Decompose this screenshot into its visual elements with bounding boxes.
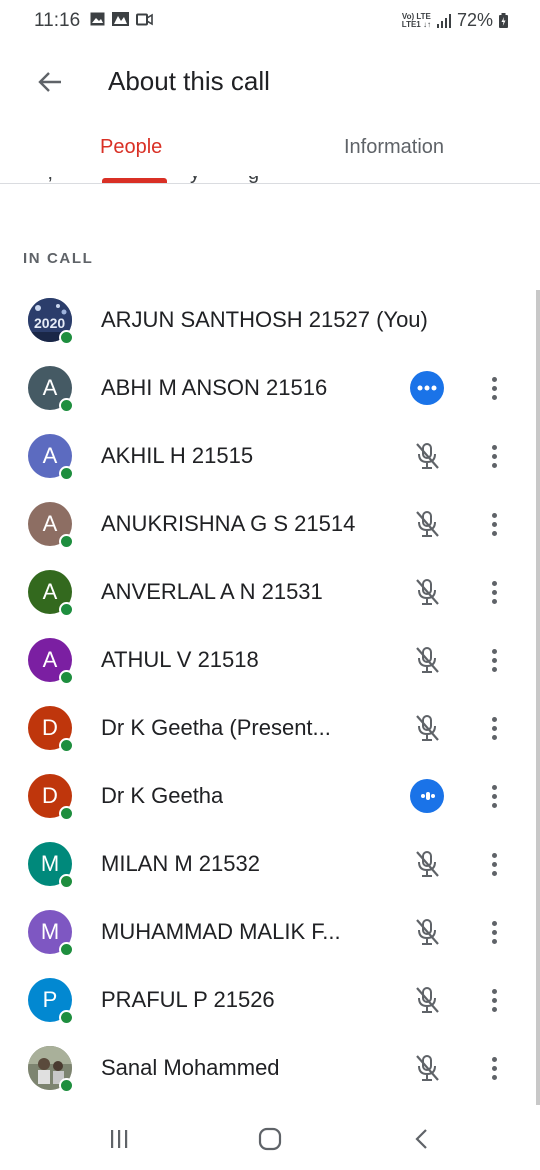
online-indicator xyxy=(59,602,74,617)
participant-row[interactable]: A ABHI M ANSON 21516 xyxy=(0,354,540,422)
participant-name: Dr K Geetha (Present... xyxy=(101,715,331,740)
nav-back-button[interactable] xyxy=(405,1122,439,1156)
section-header-in-call: IN CALL xyxy=(23,250,94,267)
more-options-button[interactable] xyxy=(480,371,508,405)
online-indicator xyxy=(59,806,74,821)
battery-percent: 72% xyxy=(456,10,493,30)
system-nav-bar xyxy=(0,1106,540,1170)
participant-row[interactable]: D Dr K Geetha (Present... xyxy=(0,694,540,762)
mic-off-icon xyxy=(410,847,444,881)
mic-off-icon xyxy=(410,643,444,677)
participant-name: ANVERLAL A N 21531 xyxy=(101,579,323,604)
participant-row[interactable]: P PRAFUL P 21526 xyxy=(0,966,540,1034)
participant-name: ABHI M ANSON 21516 xyxy=(101,375,328,400)
participant-name: ATHUL V 21518 xyxy=(101,647,259,672)
recents-icon xyxy=(111,1130,128,1148)
participant-name: Sanal Mohammed xyxy=(101,1055,280,1080)
participant-name: AKHIL H 21515 xyxy=(101,443,254,468)
more-options-button[interactable] xyxy=(480,847,508,881)
home-button[interactable] xyxy=(253,1122,287,1156)
online-indicator xyxy=(59,874,74,889)
tab-information[interactable]: Information xyxy=(344,136,444,159)
gallery-icon xyxy=(112,12,129,26)
tab-people[interactable]: People xyxy=(100,136,162,159)
back-button[interactable] xyxy=(30,62,70,102)
status-time: 11:16 xyxy=(34,10,81,31)
avatar-initial: D xyxy=(42,783,58,808)
mic-off-icon xyxy=(410,1051,444,1085)
home-icon xyxy=(258,1127,282,1151)
avatar-initial: A xyxy=(42,375,58,400)
participant-name: ARJUN SANTHOSH 21527 (You) xyxy=(101,307,428,332)
more-options-button[interactable] xyxy=(480,779,508,813)
status-bar: 11:16 Vo) LTE LTE1 ↓↑ 72% xyxy=(0,0,540,44)
participant-row[interactable]: A AKHIL H 21515 xyxy=(0,422,540,490)
chevron-left-icon xyxy=(415,1129,427,1149)
avatar-initial: A xyxy=(42,443,58,468)
arrow-left-icon xyxy=(38,72,61,92)
online-indicator xyxy=(59,466,74,481)
avatar-initial: D xyxy=(42,715,58,740)
more-options-button[interactable] xyxy=(480,915,508,949)
avatar-initial: A xyxy=(42,647,58,672)
more-options-button[interactable] xyxy=(480,643,508,677)
signal-icon xyxy=(436,13,451,28)
mic-off-icon xyxy=(410,439,444,473)
online-indicator xyxy=(59,670,74,685)
avatar-initial: A xyxy=(42,511,58,536)
mic-off-icon xyxy=(410,915,444,949)
image-icon xyxy=(90,12,105,26)
audio-level-icon xyxy=(410,779,444,813)
avatar-initial: P xyxy=(42,987,58,1012)
participant-name: MUHAMMAD MALIK F... xyxy=(101,919,341,944)
participant-row[interactable]: A ANVERLAL A N 21531 xyxy=(0,558,540,626)
more-options-button[interactable] xyxy=(480,507,508,541)
mic-off-icon xyxy=(410,983,444,1017)
battery-icon xyxy=(499,13,508,28)
notification-icons xyxy=(90,12,153,26)
online-indicator xyxy=(59,330,74,345)
online-indicator xyxy=(59,534,74,549)
more-options-button[interactable] xyxy=(480,439,508,473)
participant-name: Dr K Geetha xyxy=(101,783,224,808)
people-list: 2020 ARJUN SANTHOSH 21527 (You) A ABHI M… xyxy=(0,286,540,1102)
avatar-initial: M xyxy=(40,919,60,944)
network-label: Vo) LTE LTE1 ↓↑ xyxy=(401,12,431,29)
audio-level-icon xyxy=(410,371,444,405)
participant-name: MILAN M 21532 xyxy=(101,851,260,876)
tab-bar: People Information xyxy=(0,122,540,184)
system-icons: Vo) LTE LTE1 ↓↑ 72% xyxy=(402,10,508,31)
more-options-button[interactable] xyxy=(480,1051,508,1085)
mic-off-icon xyxy=(410,711,444,745)
more-options-button[interactable] xyxy=(480,575,508,609)
participant-row[interactable]: A ANUKRISHNA G S 21514 xyxy=(0,490,540,558)
participant-name: PRAFUL P 21526 xyxy=(101,987,275,1012)
more-options-button[interactable] xyxy=(480,983,508,1017)
svg-text:2020: 2020 xyxy=(34,315,65,331)
more-options-button[interactable] xyxy=(480,711,508,745)
participant-row[interactable]: A ATHUL V 21518 xyxy=(0,626,540,694)
app-bar: About this call xyxy=(0,44,540,120)
online-indicator xyxy=(59,738,74,753)
online-indicator xyxy=(59,398,74,413)
network-type-bottom: LTE1 ↓↑ xyxy=(401,19,431,29)
online-indicator xyxy=(59,1010,74,1025)
online-indicator xyxy=(59,1078,74,1093)
avatar-initial: A xyxy=(42,579,58,604)
online-indicator xyxy=(59,942,74,957)
scrolled-text-fragment: ‚ y g xyxy=(20,176,270,186)
participant-row[interactable]: Sanal Mohammed xyxy=(0,1034,540,1102)
mic-off-icon xyxy=(410,575,444,609)
scrollbar[interactable] xyxy=(536,290,540,1105)
participant-name: ANUKRISHNA G S 21514 xyxy=(101,511,356,536)
recent-apps-button[interactable] xyxy=(102,1122,136,1156)
page-title: About this call xyxy=(108,66,270,96)
mic-off-icon xyxy=(410,507,444,541)
participant-row[interactable]: M MILAN M 21532 xyxy=(0,830,540,898)
participant-row[interactable]: D Dr K Geetha xyxy=(0,762,540,830)
participant-row[interactable]: M MUHAMMAD MALIK F... xyxy=(0,898,540,966)
participant-row[interactable]: 2020 ARJUN SANTHOSH 21527 (You) xyxy=(0,286,540,354)
video-icon xyxy=(136,13,153,25)
avatar-initial: M xyxy=(40,851,60,876)
